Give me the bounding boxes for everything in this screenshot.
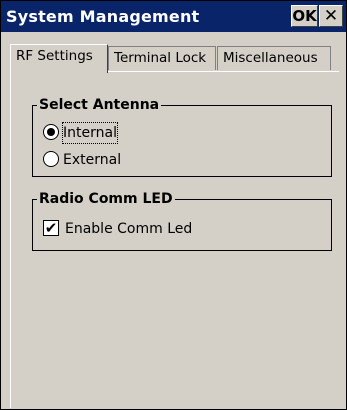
- enable-comm-led-label[interactable]: Enable Comm Led: [65, 219, 192, 239]
- radio-external-label[interactable]: External: [63, 150, 121, 170]
- select-antenna-label: Select Antenna: [37, 96, 162, 114]
- rf-settings-panel: Select Antenna Internal External Radio C…: [10, 71, 339, 408]
- enable-comm-led-checkbox[interactable]: ✔: [43, 220, 59, 236]
- radio-comm-led-label: Radio Comm LED: [37, 190, 175, 208]
- radio-external-button[interactable]: [43, 151, 59, 167]
- radio-internal-label[interactable]: Internal: [62, 122, 118, 144]
- system-management-window: System Management OK ✕ RF Settings Termi…: [0, 0, 347, 410]
- title-bar: System Management OK ✕: [1, 1, 346, 32]
- tab-terminal-lock[interactable]: Terminal Lock: [108, 46, 216, 70]
- window-title: System Management: [6, 7, 200, 26]
- ok-button[interactable]: OK: [291, 5, 318, 27]
- close-icon[interactable]: ✕: [319, 5, 343, 27]
- select-antenna-group: Select Antenna Internal External: [32, 96, 332, 177]
- tab-miscellaneous[interactable]: Miscellaneous: [217, 46, 331, 70]
- tab-strip: RF Settings Terminal Lock Miscellaneous: [1, 32, 346, 73]
- radio-selected-dot: [47, 128, 55, 136]
- radio-comm-led-group: Radio Comm LED ✔ Enable Comm Led: [32, 190, 332, 251]
- tab-rf-settings[interactable]: RF Settings: [10, 44, 108, 73]
- radio-internal-button[interactable]: [43, 124, 59, 140]
